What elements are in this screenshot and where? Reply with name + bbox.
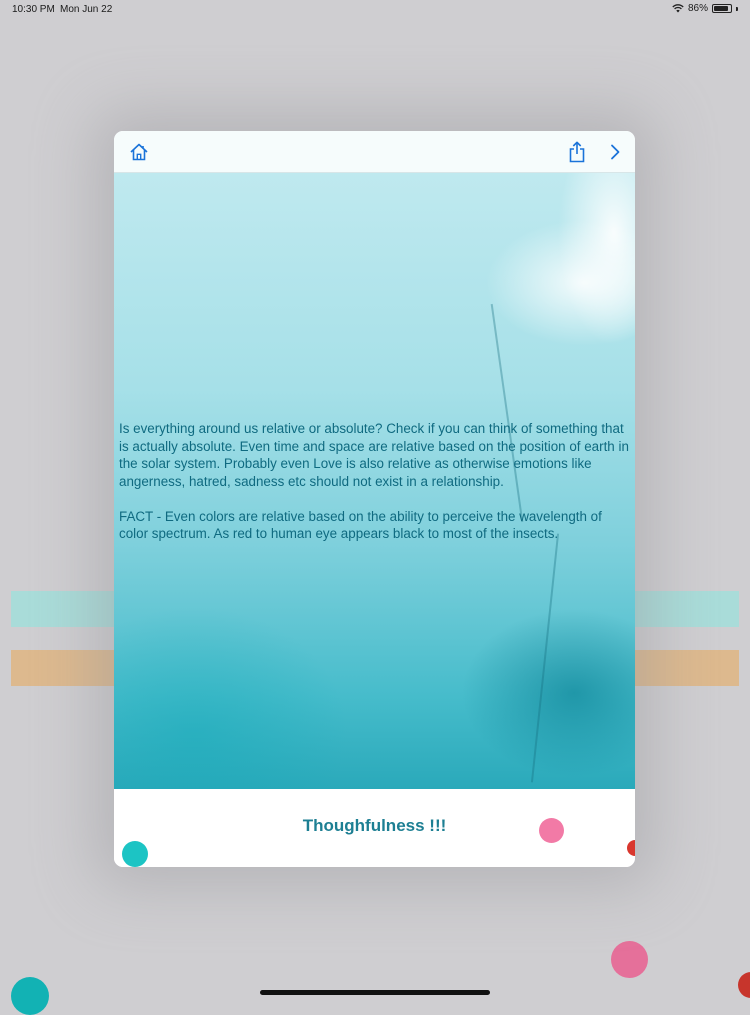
quote-text: Is everything around us relative or abso… [119,420,631,560]
share-button[interactable] [565,140,589,164]
battery-fill [714,6,728,11]
decorative-red-dot [627,840,635,856]
card-toolbar [114,131,635,173]
status-bar: 10:30 PM Mon Jun 22 86% [0,0,750,20]
fact-paragraph: FACT - Even colors are relative based on… [119,508,602,542]
wifi-icon [672,4,684,13]
share-icon [569,141,585,163]
background-pink-dot [611,941,648,978]
card-footer: Thoughfulness !!! [114,789,635,867]
background-teal-dot [11,977,49,1015]
battery-icon [712,4,732,13]
thought-card: Is everything around us relative or abso… [114,131,635,867]
battery-percent: 86% [687,3,708,14]
home-indicator[interactable] [260,990,490,995]
home-button[interactable] [127,140,151,164]
card-background-image: Is everything around us relative or abso… [114,173,635,789]
decorative-pink-dot [539,818,564,843]
next-button[interactable] [603,140,627,164]
status-right: 86% [672,3,738,14]
decorative-teal-dot [122,841,148,867]
texture-crack [530,533,560,783]
status-time: 10:30 PM [12,4,55,15]
status-date: Mon Jun 22 [60,4,113,15]
background-red-dot [738,972,750,998]
home-icon [130,143,148,161]
quote-paragraph: Is everything around us relative or abso… [119,421,629,489]
chevron-right-icon [611,144,620,160]
battery-nub [736,6,738,11]
